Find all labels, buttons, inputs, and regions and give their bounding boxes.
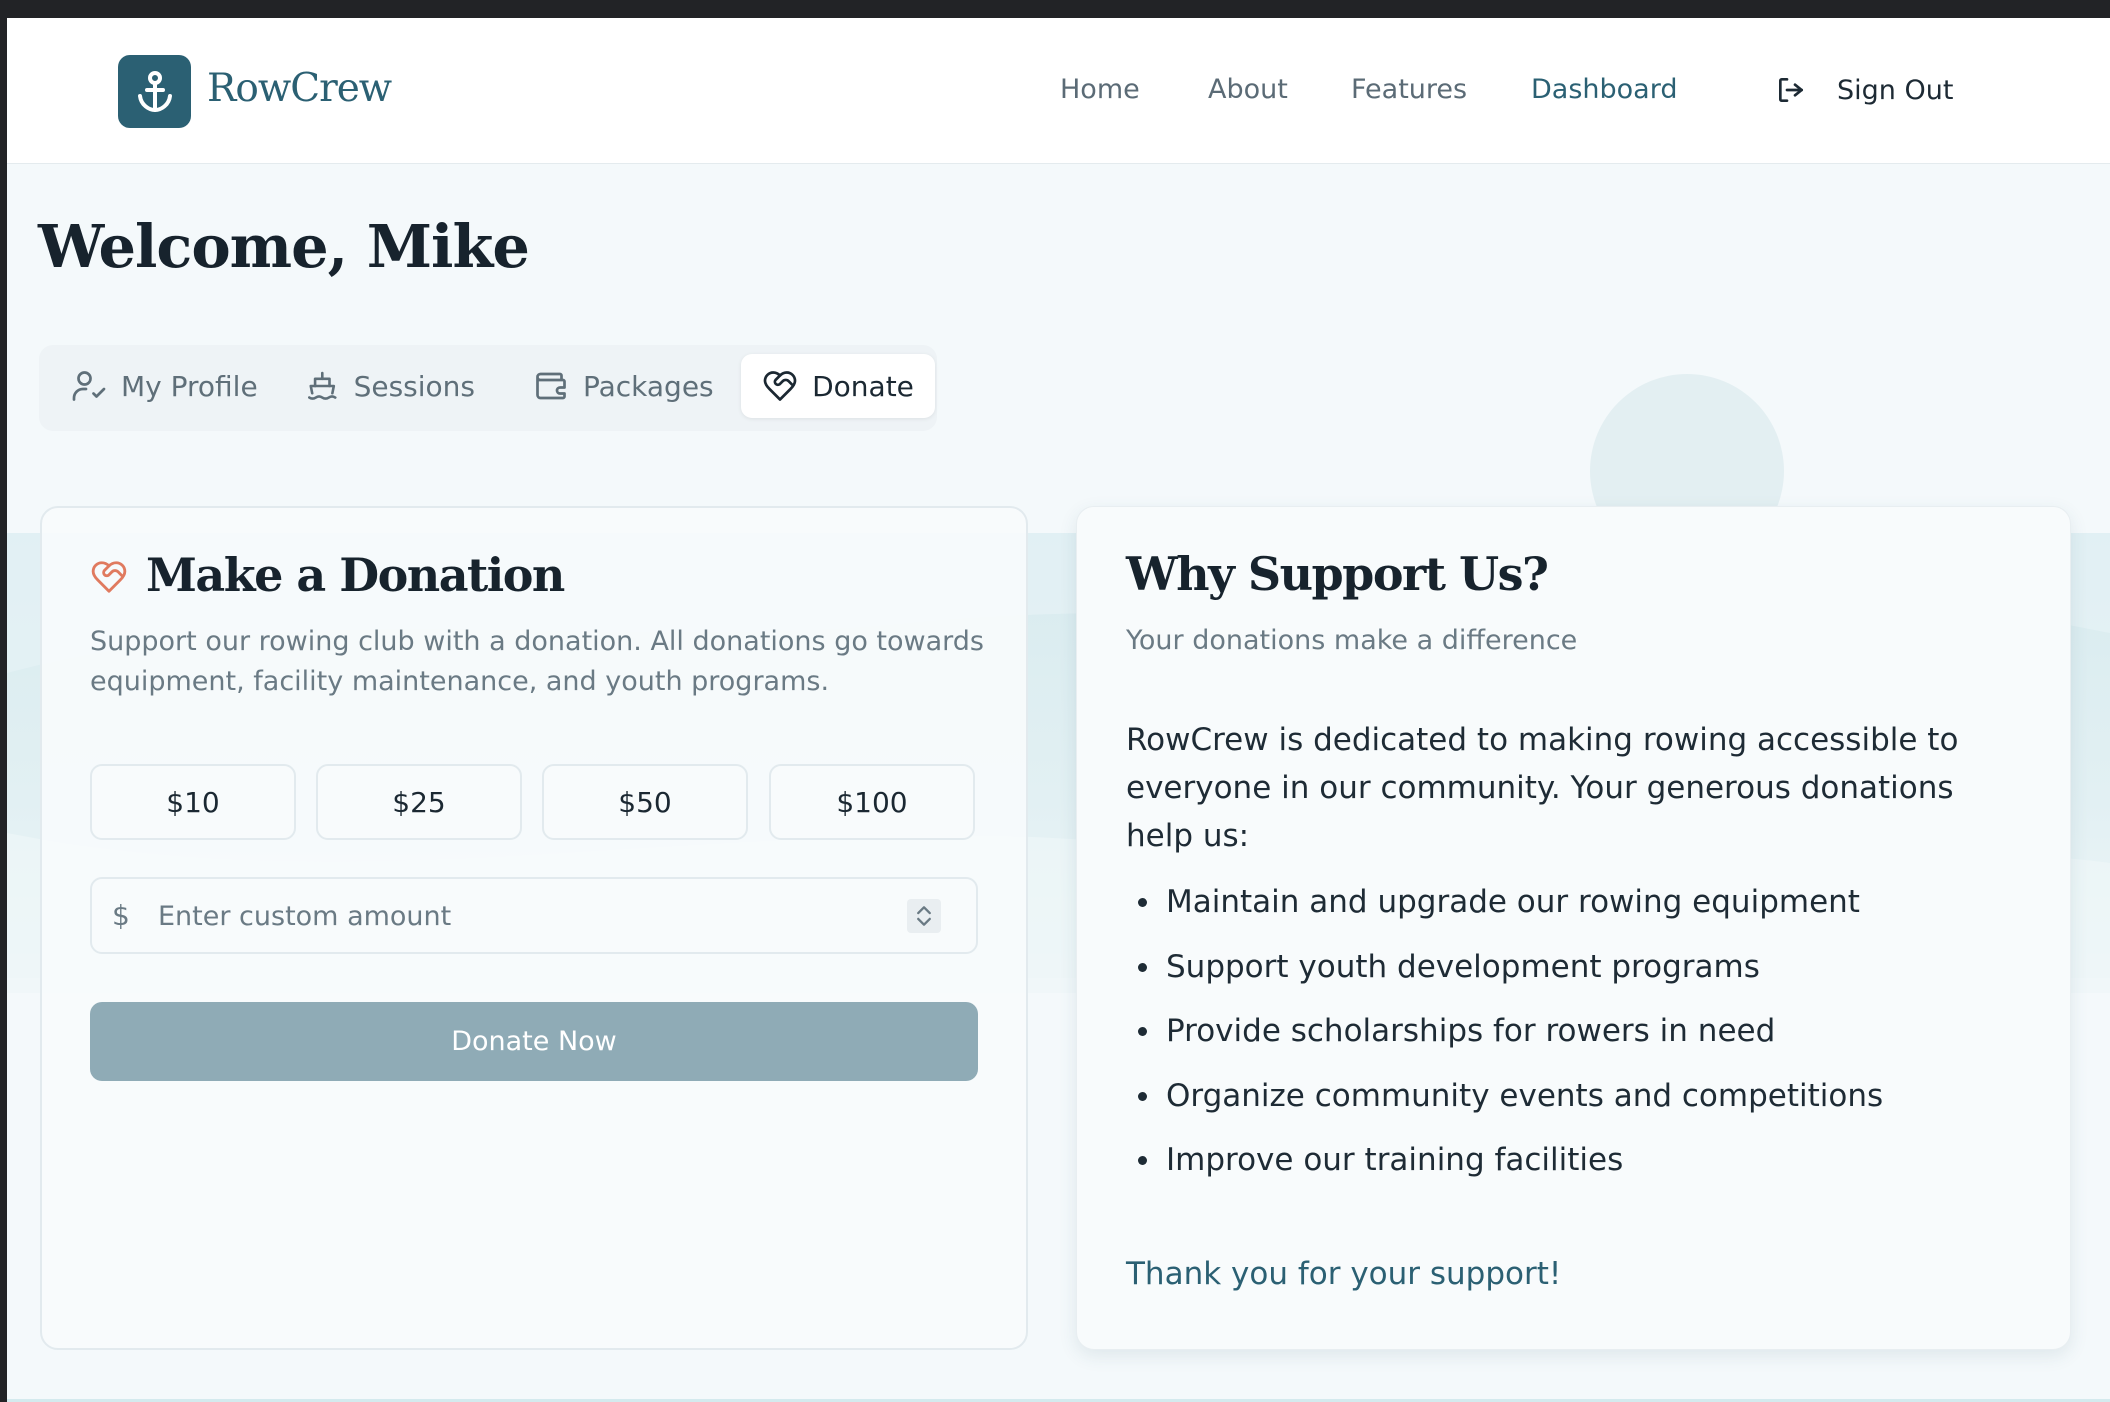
nav-dashboard[interactable]: Dashboard — [1531, 74, 1677, 105]
dashboard-tabs: My Profile Sessions Packages Donate — [39, 345, 937, 431]
brand-name[interactable]: RowCrew — [207, 66, 392, 111]
amount-25-button[interactable]: $25 — [316, 764, 522, 840]
top-navigation: RowCrew Home About Features Dashboard Si… — [7, 18, 2110, 164]
amount-50-button[interactable]: $50 — [542, 764, 748, 840]
donate-now-button[interactable]: Donate Now — [90, 1002, 978, 1081]
tab-packages[interactable]: Packages — [533, 354, 723, 418]
donation-description: Support our rowing club with a donation.… — [90, 626, 984, 697]
benefit-list: Maintain and upgrade our rowing equipmen… — [1126, 882, 2026, 1205]
sign-out-button[interactable]: Sign Out — [1775, 70, 1953, 110]
amount-100-button[interactable]: $100 — [769, 764, 975, 840]
tab-label: My Profile — [121, 369, 258, 403]
support-card: Why Support Us? Your donations make a di… — [1076, 506, 2071, 1350]
custom-amount-field: $ — [90, 877, 978, 954]
wallet-icon — [536, 372, 566, 400]
custom-amount-input[interactable] — [156, 891, 880, 941]
list-item: Provide scholarships for rowers in need — [1126, 1011, 2026, 1076]
heart-handshake-icon — [763, 371, 797, 401]
nav-features[interactable]: Features — [1351, 74, 1467, 105]
number-stepper[interactable] — [907, 899, 941, 933]
support-body: RowCrew is dedicated to making rowing ac… — [1126, 722, 1959, 854]
support-title: Why Support Us? — [1126, 547, 1549, 601]
page-title: Welcome, Mike — [38, 212, 530, 281]
sign-out-label: Sign Out — [1837, 74, 1954, 106]
app-window: RowCrew Home About Features Dashboard Si… — [7, 18, 2110, 1402]
amount-10-button[interactable]: $10 — [90, 764, 296, 840]
donation-title: Make a Donation — [146, 548, 565, 602]
thank-you-note: Thank you for your support! — [1126, 1256, 1562, 1292]
chevron-up-down-icon — [917, 906, 931, 926]
heart-handshake-icon — [91, 561, 127, 593]
dollar-sign-icon: $ — [112, 899, 130, 932]
tab-label: Sessions — [353, 369, 475, 403]
tab-my-profile[interactable]: My Profile — [71, 354, 261, 418]
list-item: Organize community events and competitio… — [1126, 1076, 2026, 1141]
log-out-icon — [1779, 78, 1803, 102]
tab-label: Donate — [812, 369, 914, 403]
list-item: Maintain and upgrade our rowing equipmen… — [1126, 882, 2026, 947]
support-subtitle: Your donations make a difference — [1126, 625, 1578, 656]
nav-home[interactable]: Home — [1060, 74, 1140, 105]
nav-about[interactable]: About — [1208, 74, 1288, 105]
ship-icon — [308, 371, 337, 400]
anchor-icon — [137, 70, 172, 112]
logo-badge[interactable] — [118, 55, 191, 128]
user-check-icon — [72, 371, 106, 401]
list-item: Support youth development programs — [1126, 947, 2026, 1012]
tab-donate[interactable]: Donate — [741, 354, 935, 418]
donation-card: Make a Donation Support our rowing club … — [40, 506, 1028, 1350]
list-item: Improve our training facilities — [1126, 1140, 2026, 1205]
tab-label: Packages — [583, 369, 714, 403]
tab-sessions[interactable]: Sessions — [305, 354, 475, 418]
